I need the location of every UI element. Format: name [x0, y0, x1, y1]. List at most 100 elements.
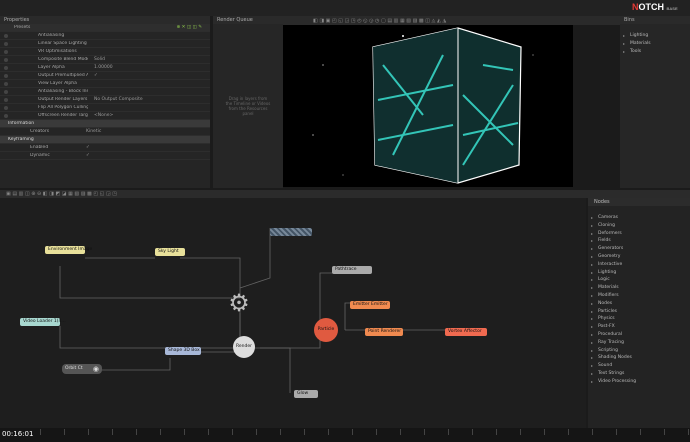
dynamic-checkbox[interactable]: ✓ — [80, 153, 210, 158]
render-queue-panel: Drag in layers from the Timeline or Vide… — [213, 24, 283, 188]
keyframing-header[interactable]: Keyframing — [0, 136, 210, 144]
property-label: Antialiasing — [38, 33, 65, 38]
timeline-ruler[interactable] — [40, 429, 690, 435]
node-striped[interactable] — [270, 228, 312, 236]
node-category-item[interactable]: Shading Nodes — [588, 354, 690, 362]
property-label: Output Render Layers Side By Side — [38, 97, 88, 102]
node-category-item[interactable]: Text Strings — [588, 370, 690, 378]
node-category-item[interactable]: Ray Tracing — [588, 339, 690, 347]
node-category-item[interactable]: Post-FX — [588, 323, 690, 331]
logo-rest: OTCH — [638, 2, 665, 12]
toolbar-icons[interactable]: ◧ ◨ ▣ ◰ ◱ ◲ ◳ ◴ ◵ ◶ ◷ ▢ ▤ ▥ ▦ ▧ ▨ ▩ ◫ ◬ … — [313, 18, 446, 24]
property-label: Composite Blend Mode — [38, 57, 88, 62]
node-pathtrace[interactable]: Pathtrace — [332, 266, 372, 274]
node-sky-light[interactable]: Sky Light — [155, 248, 185, 256]
node-category-item[interactable]: Cameras — [588, 214, 690, 222]
presets-toolbar-icons[interactable]: ⊕ ✕ ◫ ◫ ✎ — [80, 25, 210, 30]
node-point-renderer[interactable]: Point Renderer — [365, 328, 403, 336]
bins-panel-title[interactable]: Bins — [620, 16, 690, 24]
property-label: Layer Alpha — [38, 65, 65, 70]
presets-row[interactable]: Presets ⊕ ✕ ◫ ◫ ✎ — [0, 24, 210, 32]
node-toolbar-icons[interactable]: ▣ ▤ ▥ ◫ ⊕ ⊖ ◧ ◨ ◩ ◪ ▦ ▧ ▨ ▩ ◰ ◱ ◲ ◳ — [6, 191, 117, 197]
node-environment-image[interactable]: Environment Image — [45, 246, 92, 254]
properties-panel: Presets ⊕ ✕ ◫ ◫ ✎ Antialiasing Linear Spa… — [0, 24, 210, 188]
node-shape-3d-box[interactable]: Shape 3D Box — [165, 347, 201, 355]
render-queue-panel-title[interactable]: Render Queue — [213, 16, 283, 24]
viewport-toolbar[interactable]: ◧ ◨ ▣ ◰ ◱ ◲ ◳ ◴ ◵ ◶ ◷ ▢ ▤ ▥ ▦ ▧ ▨ ▩ ◫ ◬ … — [283, 16, 620, 25]
node-category-item[interactable]: Logic — [588, 276, 690, 284]
node-render[interactable]: Render — [233, 336, 255, 358]
render-viewport[interactable] — [283, 25, 573, 187]
property-value[interactable]: <None> — [88, 113, 210, 118]
property-label: Flip All Polygon Culling — [38, 105, 88, 110]
property-row[interactable]: Offscreen Render Target <None> — [0, 112, 210, 120]
node-category-item[interactable]: Materials — [588, 284, 690, 292]
property-label: Linear Space Lighting — [38, 41, 87, 46]
property-row[interactable]: Output Premultiplied Alpha✓ — [0, 72, 210, 80]
node-particle[interactable]: Particle — [314, 318, 338, 342]
property-label: VR Optimisations — [38, 49, 77, 54]
property-row[interactable]: Composite Blend Mode Solid — [0, 56, 210, 64]
node-glow[interactable]: Glow — [294, 390, 318, 398]
property-row[interactable]: VR Optimisations — [0, 48, 210, 56]
property-label: Offscreen Render Target — [38, 113, 88, 118]
bins-list: LightingMaterialsTools — [620, 24, 690, 55]
property-value[interactable]: Solid — [88, 57, 210, 62]
enabled-checkbox[interactable]: ✓ — [80, 145, 210, 150]
property-value[interactable]: No Output Composite — [88, 97, 210, 102]
top-bar — [0, 0, 690, 16]
bins-panel: LightingMaterialsTools — [620, 24, 690, 188]
information-header[interactable]: Information — [0, 120, 210, 128]
render-queue-hint: Drag in layers from the Timeline or Vide… — [225, 96, 271, 116]
notch-logo: NOTCH BASE — [632, 2, 678, 12]
property-label: Antialiasing - Block Inside — [38, 89, 88, 94]
node-emitter[interactable]: Emitter Emitter — [350, 301, 390, 309]
node-category-item[interactable]: Geometry — [588, 253, 690, 261]
node-category-item[interactable]: Fields — [588, 237, 690, 245]
presets-label: Presets — [14, 25, 31, 30]
nodes-panel-title[interactable]: Nodes — [588, 198, 690, 206]
property-value[interactable]: 1.00000 — [88, 65, 210, 70]
node-category-item[interactable]: Scripting — [588, 347, 690, 355]
property-value[interactable]: ✓ — [88, 73, 210, 78]
bin-item[interactable]: Lighting — [620, 32, 690, 40]
node-category-item[interactable]: Procedural — [588, 331, 690, 339]
node-gear-icon[interactable]: ⚙ — [226, 290, 252, 316]
creators-row: Creators Kinetic — [0, 128, 210, 136]
property-row[interactable]: Antialiasing — [0, 32, 210, 40]
property-row[interactable]: View Layer Alpha — [0, 80, 210, 88]
property-row[interactable]: Flip All Polygon Culling — [0, 104, 210, 112]
dynamic-row[interactable]: Dynamic ✓ — [0, 152, 210, 160]
bin-item[interactable]: Materials — [620, 40, 690, 48]
node-orbit-cam[interactable]: Orbit Ct ◉ — [62, 364, 102, 374]
logo-sub: BASE — [666, 6, 678, 11]
camera-icon: ◉ — [92, 365, 99, 373]
node-category-item[interactable]: Modifiers — [588, 292, 690, 300]
node-category-item[interactable]: Interactive — [588, 261, 690, 269]
node-video-loader[interactable]: Video Loader 1(4... — [20, 318, 66, 326]
node-category-item[interactable]: Nodes — [588, 300, 690, 308]
nodes-panel: Nodes CamerasCloningDeformersFieldsGener… — [588, 198, 690, 428]
node-vortex-affector[interactable]: Vortex Affector — [445, 328, 487, 336]
property-row[interactable]: Antialiasing - Block Inside — [0, 88, 210, 96]
property-row[interactable]: Output Render Layers Side By SideNo Outp… — [0, 96, 210, 104]
bin-item[interactable]: Tools — [620, 48, 690, 56]
properties-panel-title[interactable]: Properties — [0, 16, 210, 24]
node-category-item[interactable]: Video Processing — [588, 378, 690, 386]
node-category-item[interactable]: Physics — [588, 315, 690, 323]
node-graph[interactable]: Environment Image Sky Light Video Loader… — [0, 198, 586, 428]
nodes-list-items: CamerasCloningDeformersFieldsGeneratorsG… — [588, 206, 690, 386]
node-graph-toolbar[interactable]: ▣ ▤ ▥ ◫ ⊕ ⊖ ◧ ◨ ◩ ◪ ▦ ▧ ▨ ▩ ◰ ◱ ◲ ◳ — [0, 190, 690, 198]
node-category-item[interactable]: Deformers — [588, 230, 690, 238]
node-category-item[interactable]: Particles — [588, 308, 690, 316]
node-category-item[interactable]: Generators — [588, 245, 690, 253]
node-category-item[interactable]: Cloning — [588, 222, 690, 230]
property-row[interactable]: Linear Space Lighting — [0, 40, 210, 48]
viewport-render — [312, 27, 534, 184]
property-rows: Antialiasing Linear Space Lighting VR Opti… — [0, 32, 210, 120]
node-category-item[interactable]: Lighting — [588, 269, 690, 277]
node-category-item[interactable]: Sound — [588, 362, 690, 370]
timeline[interactable]: 00:16:01 — [0, 428, 690, 442]
property-row[interactable]: Layer Alpha 1.00000 — [0, 64, 210, 72]
enabled-row[interactable]: Enabled ✓ — [0, 144, 210, 152]
